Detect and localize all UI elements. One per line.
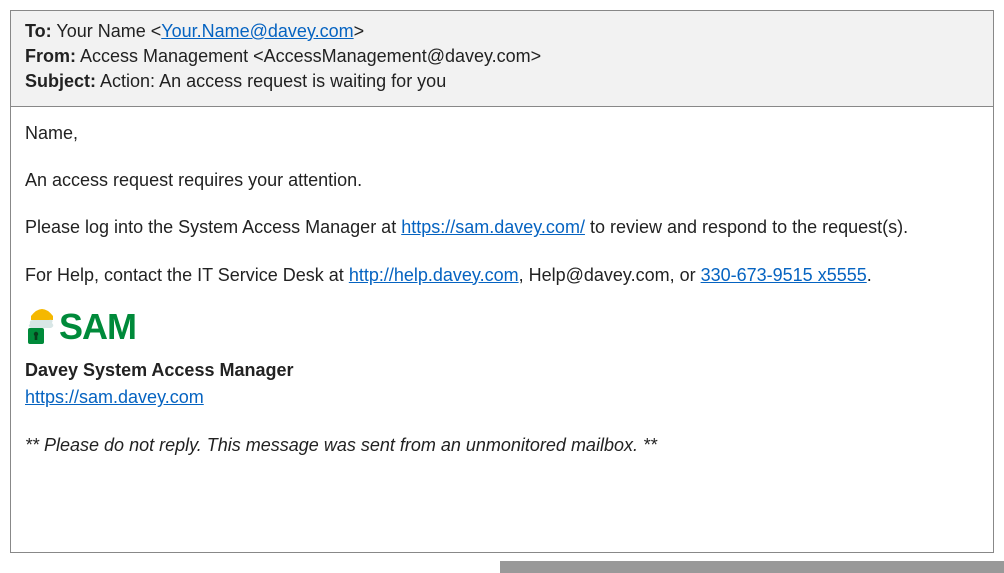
body-line1: An access request requires your attentio… bbox=[25, 168, 979, 193]
to-close: > bbox=[354, 21, 365, 41]
email-container: To: Your Name <Your.Name@davey.com> From… bbox=[10, 10, 994, 553]
help-url-link[interactable]: http://help.davey.com bbox=[349, 265, 519, 285]
header-subject-line: Subject: Action: An access request is wa… bbox=[25, 71, 979, 92]
signature-link: https://sam.davey.com bbox=[25, 385, 979, 410]
lock-hardhat-icon bbox=[25, 306, 59, 348]
greeting: Name, bbox=[25, 121, 979, 146]
body-line3b: , Help@davey.com, or bbox=[519, 265, 701, 285]
sam-logo: SAM bbox=[25, 302, 136, 352]
to-label: To: bbox=[25, 21, 52, 41]
signature-name: Davey System Access Manager bbox=[25, 358, 979, 383]
to-name: Your Name < bbox=[56, 21, 161, 41]
header-to-line: To: Your Name <Your.Name@davey.com> bbox=[25, 21, 979, 42]
body-line2b: to review and respond to the request(s). bbox=[585, 217, 908, 237]
phone-link[interactable]: 330-673-9515 x5555 bbox=[701, 265, 867, 285]
body-line3a: For Help, contact the IT Service Desk at bbox=[25, 265, 349, 285]
signature-url[interactable]: https://sam.davey.com bbox=[25, 387, 204, 407]
body-line3: For Help, contact the IT Service Desk at… bbox=[25, 263, 979, 288]
sam-logo-text: SAM bbox=[59, 302, 136, 352]
email-header: To: Your Name <Your.Name@davey.com> From… bbox=[11, 11, 993, 107]
subject-value: Action: An access request is waiting for… bbox=[100, 71, 446, 91]
from-value: Access Management <AccessManagement@dave… bbox=[80, 46, 541, 66]
body-line2a: Please log into the System Access Manage… bbox=[25, 217, 401, 237]
footer-note: ** Please do not reply. This message was… bbox=[25, 433, 979, 458]
body-line3c: . bbox=[867, 265, 872, 285]
from-label: From: bbox=[25, 46, 76, 66]
to-email-link[interactable]: Your.Name@davey.com bbox=[161, 21, 353, 41]
email-body: Name, An access request requires your at… bbox=[11, 107, 993, 468]
header-from-line: From: Access Management <AccessManagemen… bbox=[25, 46, 979, 67]
body-line2: Please log into the System Access Manage… bbox=[25, 215, 979, 240]
subject-label: Subject: bbox=[25, 71, 96, 91]
sam-url-link[interactable]: https://sam.davey.com/ bbox=[401, 217, 585, 237]
